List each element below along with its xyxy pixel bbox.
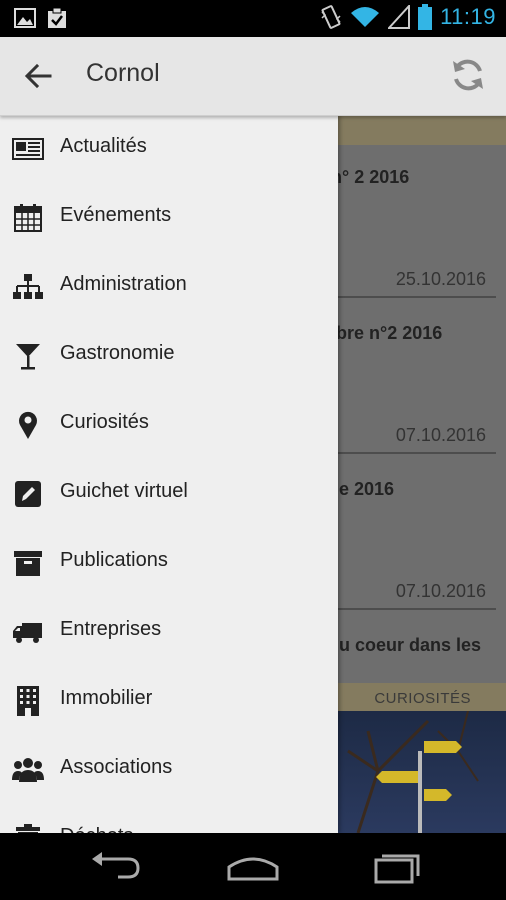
wifi-icon <box>351 7 380 27</box>
drawer-item-label: Immobilier <box>60 687 153 709</box>
system-nav-bar <box>0 833 506 900</box>
drawer-item-gastronomie[interactable]: Gastronomie <box>0 322 338 391</box>
app-bar: Cornol <box>0 37 506 116</box>
truck-icon <box>13 623 42 643</box>
status-clock: 11:19 <box>440 4 496 29</box>
card-title[interactable]: e 2016 <box>339 479 394 500</box>
category-label: CURIOSITÉS <box>374 690 471 707</box>
recents-nav-icon[interactable] <box>366 847 426 887</box>
status-bar: 11:19 <box>0 0 506 37</box>
drawer-item-guichet-virtuel[interactable]: Guichet virtuel <box>0 460 338 529</box>
card-date: 07.10.2016 <box>395 581 486 601</box>
home-nav-icon[interactable] <box>223 847 283 887</box>
drawer-item-label: Associations <box>60 756 173 778</box>
refresh-icon[interactable] <box>448 55 488 95</box>
app-window: e n° 2 2016 25.10.2016 bre n°2 2016 07.1… <box>0 37 506 833</box>
drawer-item-associations[interactable]: Associations <box>0 736 338 805</box>
card-date: 25.10.2016 <box>395 269 486 289</box>
drawer-item-label: Evénements <box>60 204 172 226</box>
drawer-item-label: Entreprises <box>60 618 162 640</box>
vibrate-icon <box>321 5 341 29</box>
calendar-icon <box>14 204 42 232</box>
drawer-item-curiosites[interactable]: Curiosités <box>0 391 338 460</box>
cocktail-glass-icon <box>16 344 40 370</box>
card-title[interactable]: u coeur dans les <box>339 635 481 656</box>
drawer-item-actualites[interactable]: Actualités <box>0 115 338 184</box>
battery-icon <box>418 4 433 30</box>
drawer-item-immobilier[interactable]: Immobilier <box>0 667 338 736</box>
drawer-item-label: Publications <box>60 549 168 571</box>
drawer-item-evenements[interactable]: Evénements <box>0 184 338 253</box>
back-nav-icon[interactable] <box>84 847 144 887</box>
users-icon <box>12 758 44 782</box>
trash-icon <box>16 824 40 833</box>
curiosity-photo[interactable] <box>338 711 506 833</box>
navigation-drawer: Actualités Evénements Administration Gas… <box>0 115 338 833</box>
clipboard-check-icon <box>48 7 66 28</box>
drawer-item-publications[interactable]: Publications <box>0 529 338 598</box>
drawer-item-label: Guichet virtuel <box>60 480 188 502</box>
drawer-item-label: Actualités <box>60 135 147 157</box>
arrow-left-icon[interactable] <box>20 59 56 95</box>
drawer-item-entreprises[interactable]: Entreprises <box>0 598 338 667</box>
drawer-item-dechets[interactable]: Déchets <box>0 805 338 833</box>
pencil-square-icon <box>15 481 41 507</box>
building-icon <box>17 686 39 716</box>
newspaper-icon <box>12 138 44 160</box>
drawer-item-label: Gastronomie <box>60 342 175 364</box>
app-title: Cornol <box>86 59 160 87</box>
card-title[interactable]: bre n°2 2016 <box>336 323 442 344</box>
signal-icon <box>388 5 411 29</box>
sitemap-icon <box>13 274 43 299</box>
drawer-item-label: Curiosités <box>60 411 149 433</box>
drawer-item-administration[interactable]: Administration <box>0 253 338 322</box>
archive-box-icon <box>14 551 42 576</box>
map-pin-icon <box>19 411 37 439</box>
card-date: 07.10.2016 <box>395 425 486 445</box>
drawer-item-label: Administration <box>60 273 187 295</box>
drawer-item-label: Déchets <box>60 825 133 833</box>
image-icon <box>14 8 36 28</box>
